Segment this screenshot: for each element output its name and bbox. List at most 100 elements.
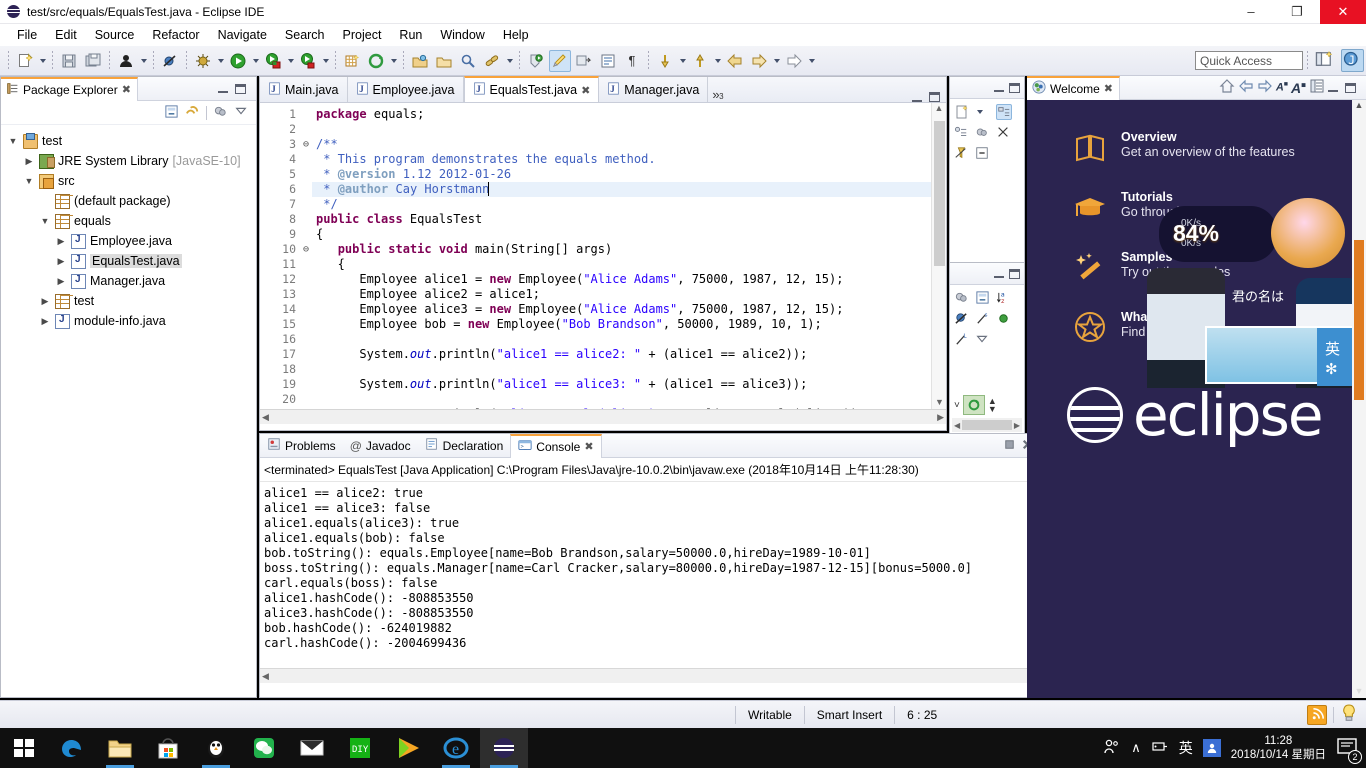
- forward-arrow-icon[interactable]: [783, 50, 805, 72]
- customize-page-icon[interactable]: [1309, 78, 1325, 97]
- fold-marker[interactable]: [300, 332, 312, 347]
- code-line[interactable]: {: [312, 227, 946, 242]
- menu-window[interactable]: Window: [431, 26, 493, 44]
- notification-center-icon[interactable]: 2: [1336, 736, 1362, 764]
- pilcrow-icon[interactable]: ¶: [621, 50, 643, 72]
- fold-marker[interactable]: [300, 152, 312, 167]
- code-line[interactable]: public static void main(String[] args): [312, 242, 946, 257]
- editor-vertical-scrollbar[interactable]: ▲ ▼: [931, 103, 946, 409]
- expand-toggle-icon[interactable]: ▶: [23, 156, 35, 167]
- back-icon[interactable]: [1238, 78, 1254, 97]
- close-icon[interactable]: ✖: [584, 440, 593, 453]
- tree-item[interactable]: ▶ Employee.java: [7, 231, 256, 251]
- fold-marker[interactable]: ⊖: [300, 137, 312, 152]
- file-explorer-icon[interactable]: [96, 728, 144, 768]
- editor-body[interactable]: 123456789101112131415161718192021 ⊖⊖ pac…: [260, 103, 946, 409]
- save-all-icon[interactable]: [82, 50, 104, 72]
- skip-breakpoints-icon[interactable]: [159, 50, 181, 72]
- scroll-up-icon[interactable]: ▲: [1352, 100, 1366, 110]
- run-icon[interactable]: [227, 50, 249, 72]
- fold-marker[interactable]: [300, 167, 312, 182]
- scroll-left-icon[interactable]: ◀: [954, 421, 960, 430]
- rss-icon[interactable]: [1307, 704, 1327, 725]
- people-icon[interactable]: [1103, 738, 1121, 759]
- new-icon[interactable]: [954, 104, 970, 120]
- expand-toggle-icon[interactable]: ▶: [55, 276, 67, 287]
- console-panel-tab[interactable]: @ Javadoc: [343, 434, 418, 458]
- console-panel-tab[interactable]: Declaration: [418, 434, 511, 458]
- edge-icon[interactable]: [48, 728, 96, 768]
- tree-item[interactable]: ▼ src: [7, 171, 256, 191]
- tree-item[interactable]: ▶ JRE System Library [JavaSE-10]: [7, 151, 256, 171]
- tab-welcome[interactable]: Welcome ✖: [1027, 75, 1121, 100]
- fold-marker[interactable]: [300, 407, 312, 409]
- forward-arrow-dropdown-icon[interactable]: [806, 50, 817, 72]
- source-code[interactable]: package equals; /** * This program demon…: [312, 103, 946, 409]
- tree-item[interactable]: ▶ module-info.java: [7, 311, 256, 331]
- view-menu-icon[interactable]: [234, 104, 248, 121]
- ime-indicator[interactable]: 英: [1179, 738, 1193, 758]
- editor-tab[interactable]: J Manager.java: [599, 77, 709, 102]
- scroll-left-icon[interactable]: ◀: [262, 671, 269, 682]
- open-type-icon[interactable]: [409, 50, 431, 72]
- tree-item[interactable]: ▶ test: [7, 291, 256, 311]
- menu-help[interactable]: Help: [494, 26, 538, 44]
- expand-toggle-icon[interactable]: ▶: [39, 296, 51, 307]
- scrollbar-thumb[interactable]: [962, 420, 1012, 430]
- coverage-icon[interactable]: [262, 50, 284, 72]
- code-line[interactable]: * @author Cay Horstmann: [312, 182, 946, 197]
- activate-task-icon[interactable]: L: [954, 332, 970, 348]
- code-line[interactable]: System.out.println("alice1.equals(alice3…: [312, 407, 946, 409]
- scroll-down-icon[interactable]: ▼: [932, 397, 947, 407]
- menu-run[interactable]: Run: [390, 26, 431, 44]
- welcome-item-overview[interactable]: Overview Get an overview of the features: [1027, 130, 1366, 164]
- new-wizard-dropdown-icon[interactable]: [37, 50, 48, 72]
- hide-fields-icon[interactable]: [996, 104, 1012, 120]
- maximize-icon[interactable]: [1009, 82, 1020, 93]
- code-line[interactable]: * @version 1.12 2012-01-26: [312, 167, 946, 182]
- fold-marker[interactable]: [300, 317, 312, 332]
- tree-item[interactable]: ▼ test: [7, 131, 256, 151]
- fold-marker[interactable]: [300, 182, 312, 197]
- refresh-icon[interactable]: [962, 395, 985, 415]
- focus-icon[interactable]: [213, 104, 228, 122]
- menu-navigate[interactable]: Navigate: [209, 26, 276, 44]
- code-line[interactable]: System.out.println("alice1 == alice2: " …: [312, 347, 946, 362]
- menu-search[interactable]: Search: [276, 26, 334, 44]
- maximize-icon[interactable]: [929, 92, 940, 102]
- scroll-right-icon[interactable]: ▶: [937, 412, 944, 423]
- expand-toggle-icon[interactable]: ▶: [55, 236, 67, 247]
- editor-tab[interactable]: J Employee.java: [348, 77, 464, 102]
- code-line[interactable]: [312, 332, 946, 347]
- fold-marker[interactable]: ⊖: [300, 242, 312, 257]
- fold-marker[interactable]: [300, 362, 312, 377]
- link-icon[interactable]: [481, 50, 503, 72]
- tree-item[interactable]: (default package): [7, 191, 256, 211]
- maximize-icon[interactable]: [1009, 268, 1020, 279]
- fold-marker[interactable]: [300, 347, 312, 362]
- quick-access-input[interactable]: Quick Access: [1195, 51, 1303, 70]
- maximize-icon[interactable]: [235, 83, 246, 94]
- media-player-icon[interactable]: [384, 728, 432, 768]
- minimize-button[interactable]: –: [1228, 0, 1274, 24]
- decrease-font-icon[interactable]: A■: [1276, 81, 1288, 94]
- code-line[interactable]: Employee alice1 = new Employee("Alice Ad…: [312, 272, 946, 287]
- previous-edit-dropdown-icon[interactable]: [677, 50, 688, 72]
- new-package-icon[interactable]: [365, 50, 387, 72]
- link-with-editor-icon[interactable]: [185, 104, 200, 122]
- diy-icon[interactable]: DIY: [336, 728, 384, 768]
- terminate-icon[interactable]: [1002, 437, 1017, 455]
- view-menu-icon[interactable]: [975, 332, 991, 348]
- code-line[interactable]: [312, 362, 946, 377]
- close-button[interactable]: ✕: [1320, 0, 1366, 24]
- microsoft-store-icon[interactable]: [144, 728, 192, 768]
- marker-icon[interactable]: [525, 50, 547, 72]
- fold-marker[interactable]: [300, 122, 312, 137]
- menu-refactor[interactable]: Refactor: [143, 26, 208, 44]
- outline-dropdown-icon[interactable]: [975, 104, 991, 120]
- toggle-mark-occurrences-icon[interactable]: [549, 49, 571, 72]
- chevron-down-icon[interactable]: ˅: [954, 400, 960, 411]
- code-line[interactable]: public class EqualsTest: [312, 212, 946, 227]
- code-line[interactable]: /**: [312, 137, 946, 152]
- increase-font-icon[interactable]: A■: [1291, 80, 1306, 96]
